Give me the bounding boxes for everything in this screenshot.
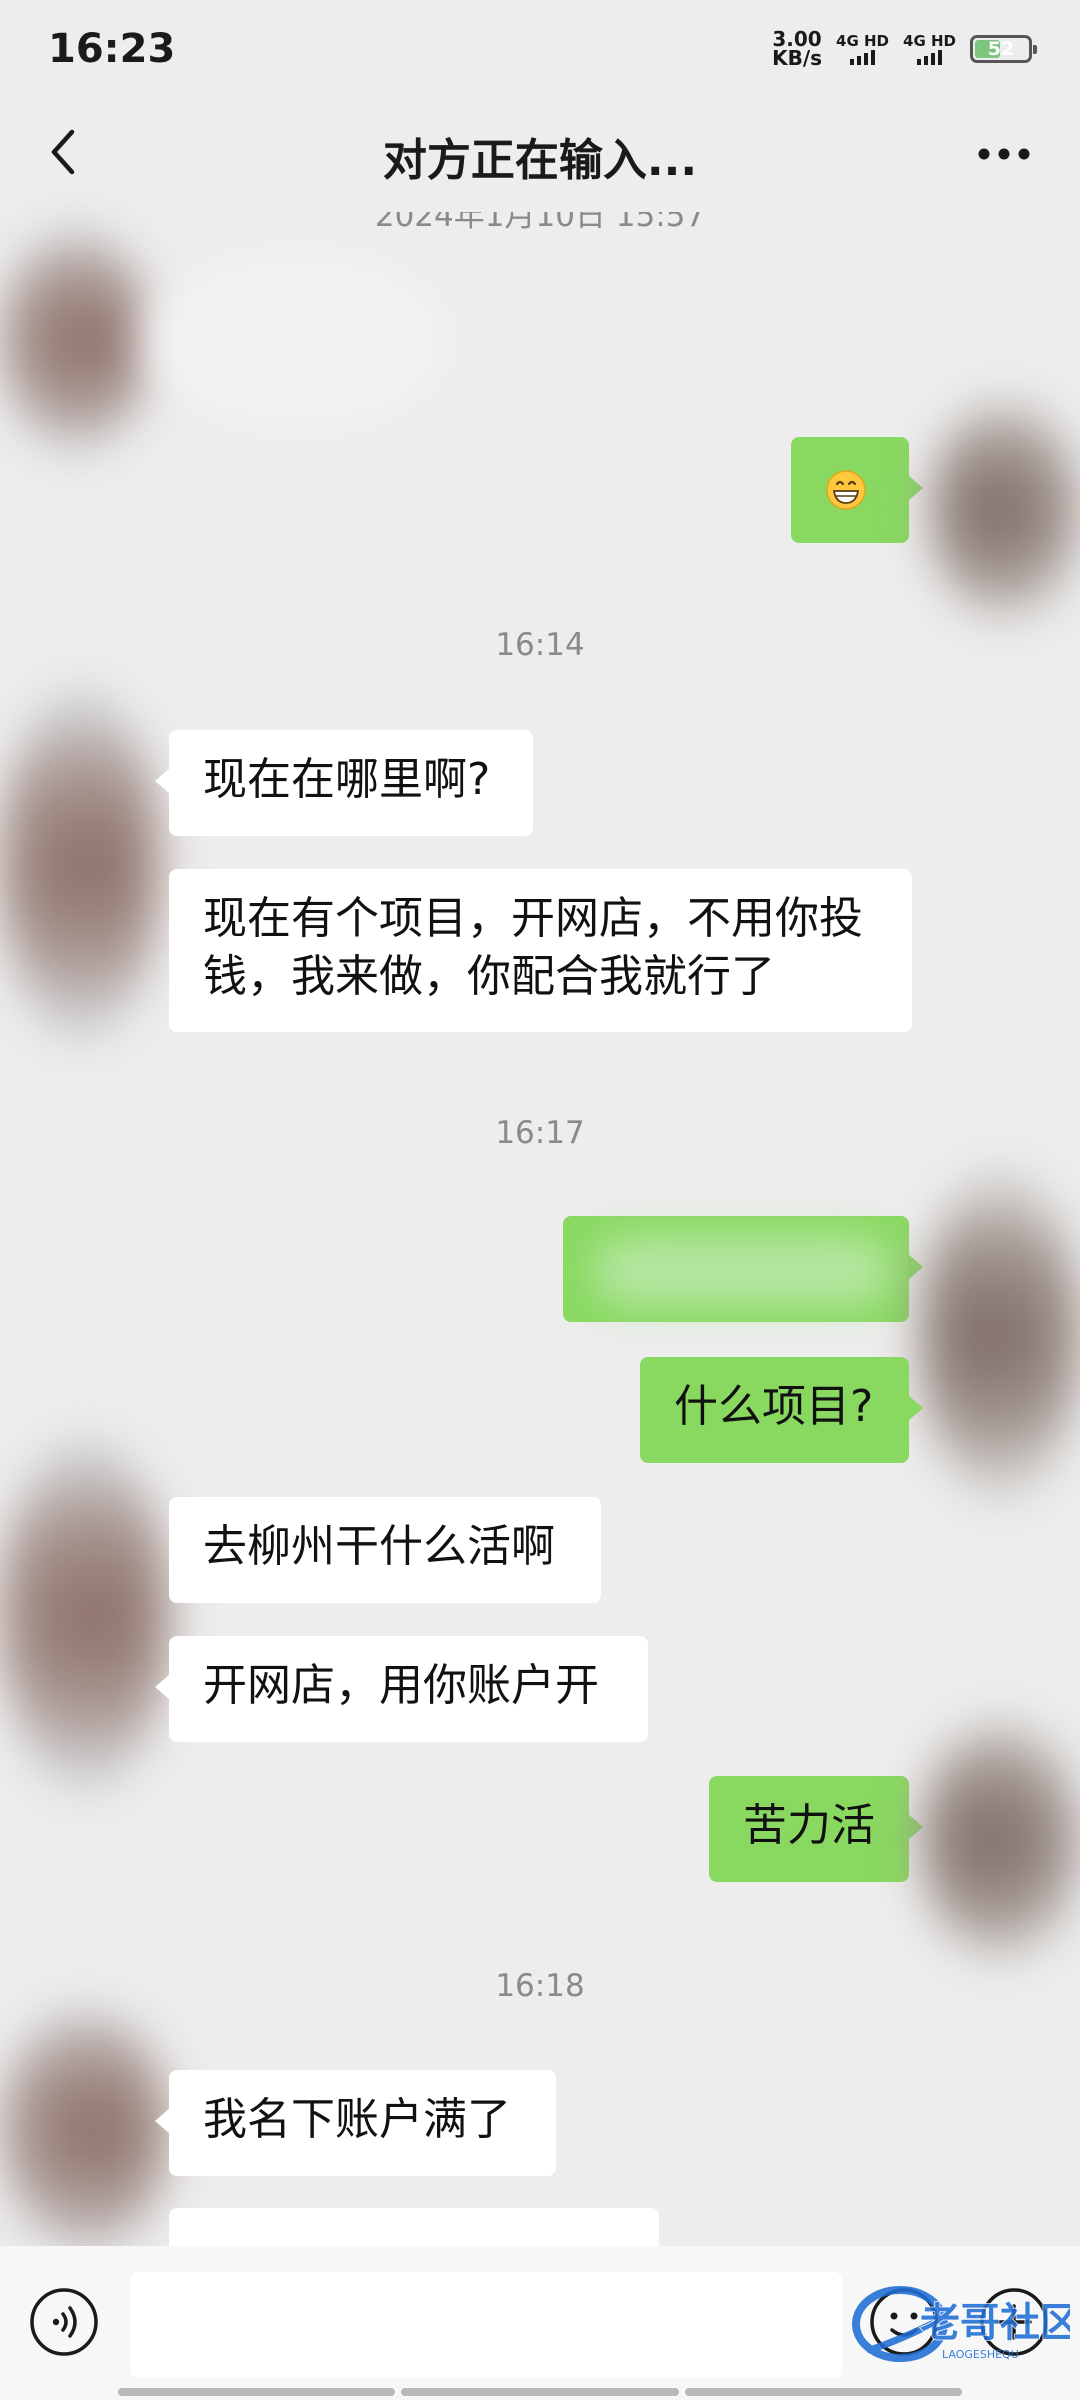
timestamp-clip: 2024年1月10日 15:57	[0, 212, 1080, 232]
message-bubble-incoming[interactable]: 现在有个项目，开网店，不用你投 钱，我来做，你配合我就行了	[169, 869, 912, 1032]
home-indicator[interactable]	[118, 2388, 962, 2396]
message-text: 开网店，用你账户开	[203, 1660, 599, 1711]
svg-text:老哥社区: 老哥社区	[920, 2300, 1070, 2346]
status-indicators: 3.00 KB/s 4G HD 4G HD 52	[772, 29, 1037, 70]
avatar[interactable]	[920, 1720, 1080, 1960]
voice-button[interactable]	[28, 2286, 100, 2358]
svg-text:LAOGESHEQU: LAOGESHEQU	[942, 2348, 1019, 2361]
status-time: 16:23	[48, 26, 176, 72]
network-2-label: 4G HD	[903, 32, 956, 50]
chat-screen: 16:23 3.00 KB/s 4G HD 4G HD 52 对方正在输入...…	[0, 0, 1080, 2400]
network-2: 4G HD	[903, 33, 956, 65]
network-1: 4G HD	[836, 33, 889, 65]
avatar[interactable]	[0, 230, 150, 450]
message-text: 苦力活	[743, 1800, 875, 1851]
message-text: 什么项目?	[674, 1381, 874, 1432]
nav-bar: 对方正在输入...	[0, 96, 1080, 212]
signal-bars-icon	[917, 49, 942, 65]
avatar[interactable]	[0, 1440, 170, 1790]
message-bubble-outgoing[interactable]	[791, 437, 923, 543]
message-text: 现在在哪里啊?	[203, 754, 491, 805]
message-text: 去柳州干什么活啊	[203, 1521, 555, 1572]
more-dots-icon	[978, 148, 1030, 160]
message-bubble-incoming[interactable]: 我名下账户满了	[155, 2070, 556, 2176]
blurred-content	[150, 250, 450, 430]
avatar[interactable]	[930, 400, 1080, 620]
battery-level: 52	[987, 38, 1015, 60]
watermark-logo: 老哥社区 LAOGESHEQU	[850, 2272, 1080, 2372]
avatar[interactable]	[0, 2010, 170, 2250]
network-speed: 3.00 KB/s	[772, 29, 823, 70]
signal-bars-icon	[850, 49, 876, 65]
message-text-line: 钱，我来做，你配合我就行了	[203, 951, 775, 1002]
message-text: 我名下账户满了	[203, 2094, 511, 2145]
message-bubble-outgoing[interactable]: 苦力活	[709, 1776, 923, 1882]
blurred-content	[593, 1236, 893, 1306]
avatar[interactable]	[920, 1170, 1080, 1500]
message-bubble-incoming[interactable]: 去柳州干什么活啊	[169, 1497, 601, 1603]
message-bubble-incoming[interactable]: 开网店，用你账户开	[155, 1636, 648, 1742]
status-bar: 16:23 3.00 KB/s 4G HD 4G HD 52	[0, 0, 1080, 96]
message-bubble-outgoing[interactable]	[563, 1216, 923, 1322]
voice-icon	[30, 2288, 98, 2356]
timestamp: 16:17	[495, 1115, 585, 1151]
battery-icon: 52	[970, 35, 1037, 63]
grinning-face-icon	[826, 470, 866, 510]
message-bubble-outgoing[interactable]: 什么项目?	[640, 1357, 923, 1463]
message-input[interactable]	[130, 2272, 842, 2378]
timestamp: 16:18	[495, 1968, 585, 2004]
network-speed-unit: KB/s	[772, 46, 823, 70]
page-title: 对方正在输入...	[382, 135, 698, 186]
more-options-button[interactable]	[972, 132, 1036, 176]
timestamp: 2024年1月10日 15:57	[374, 212, 706, 232]
network-1-label: 4G HD	[836, 32, 890, 50]
message-text-line: 现在有个项目，开网店，不用你投	[203, 893, 863, 944]
message-bubble-incoming[interactable]: 现在在哪里啊?	[155, 730, 533, 836]
avatar[interactable]	[0, 690, 160, 1040]
timestamp: 16:14	[495, 627, 585, 663]
